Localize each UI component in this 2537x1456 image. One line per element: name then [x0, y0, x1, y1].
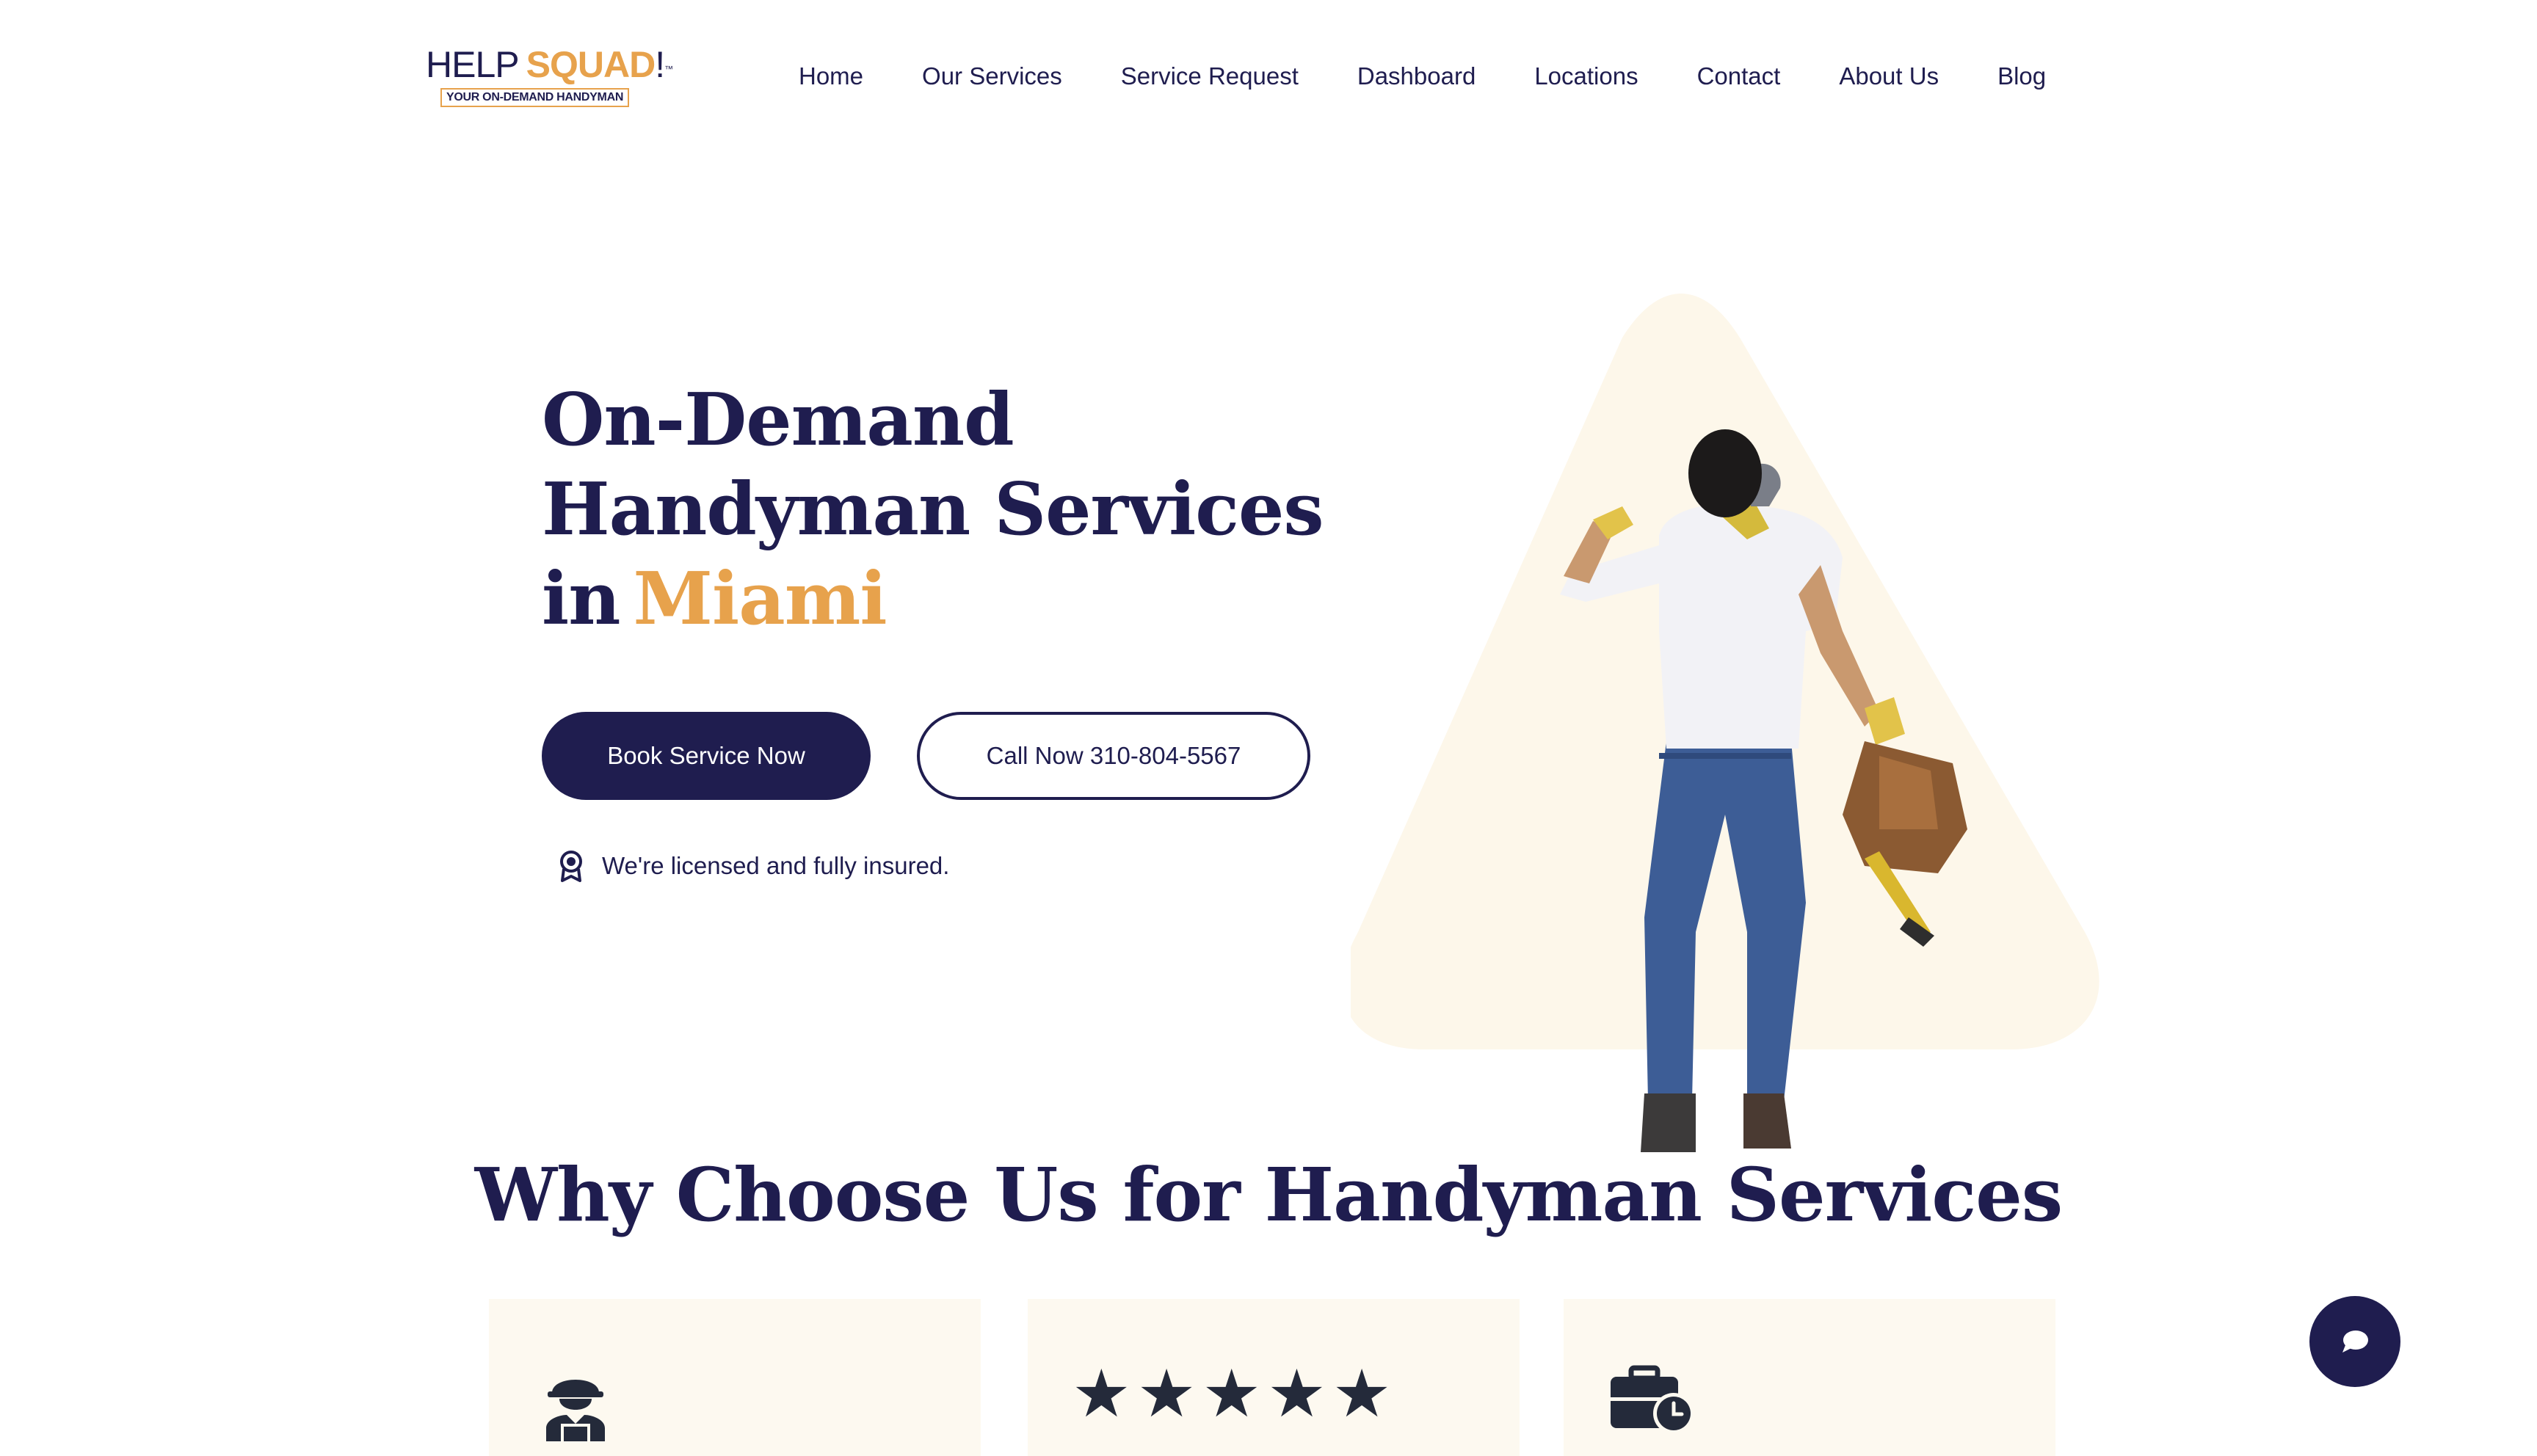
nav-item-contact[interactable]: Contact: [1697, 59, 1781, 94]
main-nav: Home Our Services Service Request Dashbo…: [799, 59, 2046, 94]
hero-image: [1342, 286, 2099, 1152]
hero-title: On-Demand Handyman Services in Miami: [542, 376, 1349, 644]
nav-item-home[interactable]: Home: [799, 59, 863, 94]
hero-title-line-3: in Miami: [542, 555, 1349, 644]
insured-notice: We're licensed and fully insured.: [556, 850, 949, 882]
logo-tagline: YOUR ON-DEMAND HANDYMAN: [440, 88, 630, 107]
hero-title-in: in: [542, 557, 620, 641]
hero-title-line-2: Handyman Services: [542, 467, 1324, 552]
site-header: HELP SQUAD!™ YOUR ON-DEMAND HANDYMAN Home…: [0, 0, 2537, 161]
hero-title-line-1: On-Demand: [542, 378, 1015, 462]
logo-squad-text: SQUAD: [526, 44, 656, 85]
why-choose-us-title: Why Choose Us for Handyman Services: [474, 1151, 2063, 1238]
insured-text: We're licensed and fully insured.: [602, 852, 950, 879]
nav-item-locations[interactable]: Locations: [1534, 59, 1638, 94]
star-icon: ★: [1267, 1355, 1326, 1433]
logo-exclamation: !: [655, 44, 665, 85]
call-now-button[interactable]: Call Now 310-804-5567: [917, 712, 1310, 800]
feature-card-on-time: [1564, 1299, 2055, 1456]
nav-item-service-request[interactable]: Service Request: [1121, 59, 1299, 94]
star-icon: ★: [1136, 1355, 1197, 1433]
logo-help-text: HELP: [426, 44, 520, 85]
worker-hardhat-icon: [546, 1380, 605, 1441]
star-icon: ★: [1072, 1355, 1131, 1433]
feature-card-professionals: [489, 1299, 981, 1456]
feature-card-rating: ★ ★ ★ ★ ★: [1028, 1299, 1520, 1456]
nav-item-blog[interactable]: Blog: [1997, 59, 2046, 94]
site-logo[interactable]: HELP SQUAD!™ YOUR ON-DEMAND HANDYMAN: [426, 41, 675, 114]
chat-bubble-icon: [2342, 1331, 2368, 1353]
nav-item-about-us[interactable]: About Us: [1839, 59, 1939, 94]
nav-item-our-services[interactable]: Our Services: [922, 59, 1062, 94]
logo-trademark: ™: [664, 64, 673, 74]
book-service-button[interactable]: Book Service Now: [542, 712, 871, 800]
handyman-with-tool-bag-photo: [1342, 294, 2099, 1152]
star-icon: ★: [1332, 1355, 1392, 1433]
toolbox-clock-icon: [1611, 1365, 1694, 1434]
hero-city: Miami: [633, 557, 887, 641]
star-icon: ★: [1202, 1355, 1262, 1433]
logo-wordmark: HELP SQUAD!™: [426, 44, 673, 85]
award-badge-icon: [560, 851, 582, 882]
five-star-rating: ★ ★ ★ ★ ★: [1072, 1358, 1397, 1431]
nav-item-dashboard[interactable]: Dashboard: [1357, 59, 1476, 94]
chat-button[interactable]: [2309, 1296, 2400, 1387]
